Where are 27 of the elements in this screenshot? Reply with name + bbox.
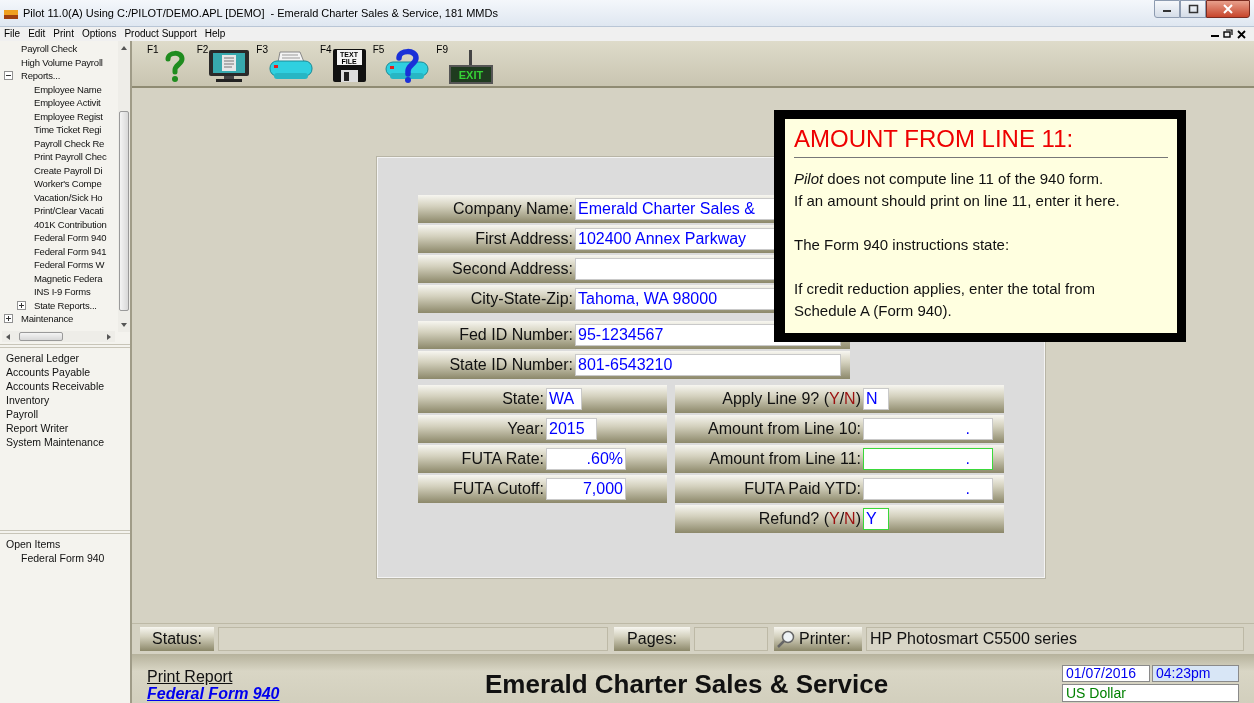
field-label: City-State-Zip: [469, 289, 574, 309]
time-field: 04:23pm [1152, 665, 1239, 682]
status-label: Pages: [614, 627, 690, 651]
field-label: State ID Number: [448, 355, 574, 375]
status-label: Status: [140, 627, 214, 651]
field-label: FUTA Cutoff: [452, 479, 545, 499]
status-label: Printer: [799, 629, 851, 649]
currency-field: US Dollar [1062, 684, 1239, 702]
field-label: Apply Line 9? (Y/N) [721, 389, 862, 409]
help-title: AMOUNT FROM LINE 11: [794, 123, 1168, 158]
section-title: Open Items [6, 537, 61, 551]
field-label: FUTA Rate: [460, 449, 545, 469]
field-label: First Address: [474, 229, 574, 249]
icon-label: EXIT [458, 69, 484, 81]
field-label: Amount from Line 10: [707, 419, 862, 439]
company-name: Emerald Charter Sales & Service [485, 669, 889, 699]
field-label: Fed ID Number: [458, 325, 574, 345]
field-label: Amount from Line 11: [708, 449, 862, 469]
field-label: FUTA Paid YTD: [743, 479, 862, 499]
field-label: Year: [506, 419, 545, 439]
field-label: Refund? (Y/N) [757, 509, 862, 529]
field-label: Second Address: [451, 259, 574, 279]
date-field: 01/07/2016 [1062, 665, 1150, 682]
printer-field: HP Photosmart C5500 series [866, 627, 1244, 651]
field-label: State: [501, 389, 545, 409]
window-title: Pilot 11.0(A) Using C:/PILOT/DEMO.APL [DEMO] - Emerald Charter Sales & Service, 181 MMDs [23, 5, 498, 21]
field-label: Company Name: [451, 199, 574, 219]
